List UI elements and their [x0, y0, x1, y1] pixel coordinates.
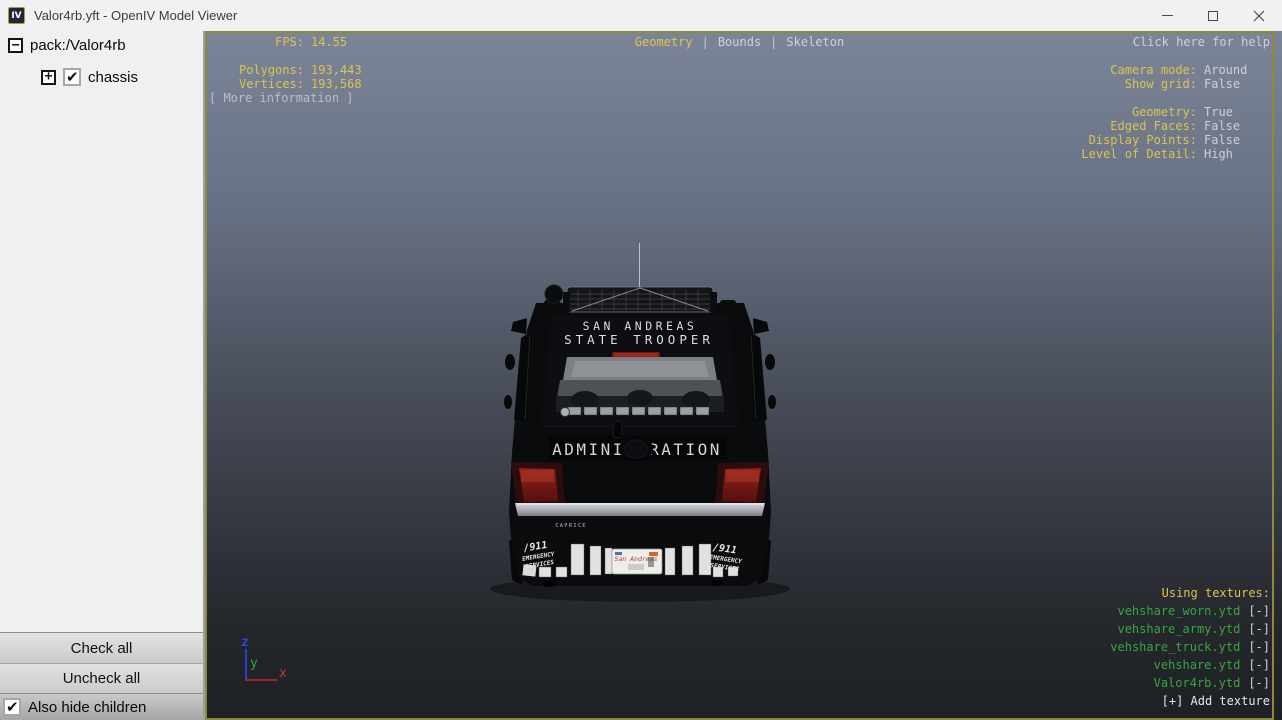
scrollbar-thumb[interactable]	[1275, 333, 1281, 347]
left-mirror	[511, 318, 527, 334]
title-bar: IV Valor4rb.yft - OpenIV Model Viewer	[0, 0, 1282, 31]
polygons-label: Polygons:	[209, 63, 304, 77]
axis-z-label: z	[241, 635, 249, 650]
tree-node-chassis[interactable]: chassis	[41, 68, 138, 86]
axis-x-label: x	[279, 666, 287, 681]
tree-node-label: chassis	[88, 69, 138, 86]
close-icon	[1253, 10, 1265, 22]
expand-icon[interactable]	[41, 70, 56, 85]
tree-root-label: pack:/Valor4rb	[30, 37, 126, 54]
right-edge-strip	[1274, 31, 1282, 720]
setting-level-of-detail[interactable]: Level of Detail: High	[1081, 147, 1270, 161]
setting-camera-mode[interactable]: Camera mode: Around	[1081, 63, 1270, 77]
setting-edged-faces[interactable]: Edged Faces: False	[1081, 119, 1270, 133]
help-link[interactable]: Click here for help	[1081, 35, 1270, 49]
chassis-checkbox[interactable]	[63, 68, 81, 86]
more-information-link[interactable]: [ More information ]	[209, 91, 362, 105]
remove-texture-button[interactable]: [-]	[1248, 602, 1270, 620]
also-hide-children-checkbox[interactable]	[3, 698, 21, 716]
polygons-value: 193,443	[311, 63, 362, 77]
texture-list: Using textures: vehshare_worn.ytd [-] ve…	[1110, 584, 1270, 710]
tab-geometry[interactable]: Geometry	[635, 35, 693, 49]
tree-root-pack[interactable]: pack:/Valor4rb	[8, 37, 126, 54]
remove-texture-button[interactable]: [-]	[1248, 656, 1270, 674]
texture-row: vehshare_army.ytd [-]	[1110, 620, 1270, 638]
model-viewport[interactable]: SAN ANDREAS STATE TROOPER	[205, 31, 1274, 720]
rear-window-text-line1: SAN ANDREAS	[583, 319, 698, 333]
also-hide-children-label: Also hide children	[28, 699, 146, 716]
remove-texture-button[interactable]: [-]	[1248, 674, 1270, 692]
setting-show-grid[interactable]: Show grid: False	[1081, 77, 1270, 91]
texture-name: vehshare_truck.ytd	[1110, 638, 1240, 656]
vertices-label: Vertices:	[209, 77, 304, 91]
badge-text: CAPRICE	[555, 523, 587, 529]
right-mirror	[753, 318, 769, 334]
close-button[interactable]	[1236, 0, 1282, 31]
tab-skeleton[interactable]: Skeleton	[786, 35, 844, 49]
remove-texture-button[interactable]: [-]	[1248, 638, 1270, 656]
license-plate: San Andreas	[612, 549, 662, 574]
minimize-button[interactable]	[1144, 0, 1190, 31]
tab-separator: |	[702, 35, 709, 49]
also-hide-children-row[interactable]: Also hide children	[0, 693, 203, 720]
app-window: IV Valor4rb.yft - OpenIV Model Viewer pa…	[0, 0, 1282, 720]
uncheck-all-button[interactable]: Uncheck all	[0, 663, 203, 693]
car-model: SAN ANDREAS STATE TROOPER	[490, 243, 790, 602]
window-title: Valor4rb.yft - OpenIV Model Viewer	[34, 8, 237, 23]
check-all-button[interactable]: Check all	[0, 632, 203, 663]
viewer-settings: Click here for help Camera mode: Around …	[1081, 35, 1270, 161]
setting-display-points[interactable]: Display Points: False	[1081, 133, 1270, 147]
texture-name: vehshare_worn.ytd	[1117, 602, 1240, 620]
texture-name: vehshare.ytd	[1154, 656, 1241, 674]
axis-gizmo: z y x	[241, 635, 287, 681]
app-icon: IV	[8, 7, 25, 24]
minimize-icon	[1162, 15, 1173, 16]
add-texture-button[interactable]: [+] Add texture	[1110, 692, 1270, 710]
light-bar	[544, 287, 736, 312]
tab-bounds[interactable]: Bounds	[718, 35, 761, 49]
texture-row: vehshare_truck.ytd [-]	[1110, 638, 1270, 656]
remove-texture-button[interactable]: [-]	[1248, 620, 1270, 638]
model-tree-panel: pack:/Valor4rb chassis Check all Uncheck…	[0, 31, 205, 720]
collapse-icon[interactable]	[8, 38, 23, 53]
textures-title: Using textures:	[1110, 584, 1270, 602]
rear-window-text-line2: STATE TROOPER	[564, 332, 714, 347]
maximize-button[interactable]	[1190, 0, 1236, 31]
texture-name: Valor4rb.ytd	[1154, 674, 1241, 692]
vertices-value: 193,568	[311, 77, 362, 91]
texture-row: Valor4rb.ytd [-]	[1110, 674, 1270, 692]
texture-row: vehshare_worn.ytd [-]	[1110, 602, 1270, 620]
maximize-icon	[1208, 11, 1218, 21]
axis-y-label: y	[250, 656, 258, 671]
texture-row: vehshare.ytd [-]	[1110, 656, 1270, 674]
setting-geometry[interactable]: Geometry: True	[1081, 105, 1270, 119]
texture-name: vehshare_army.ytd	[1117, 620, 1240, 638]
tab-separator: |	[770, 35, 777, 49]
